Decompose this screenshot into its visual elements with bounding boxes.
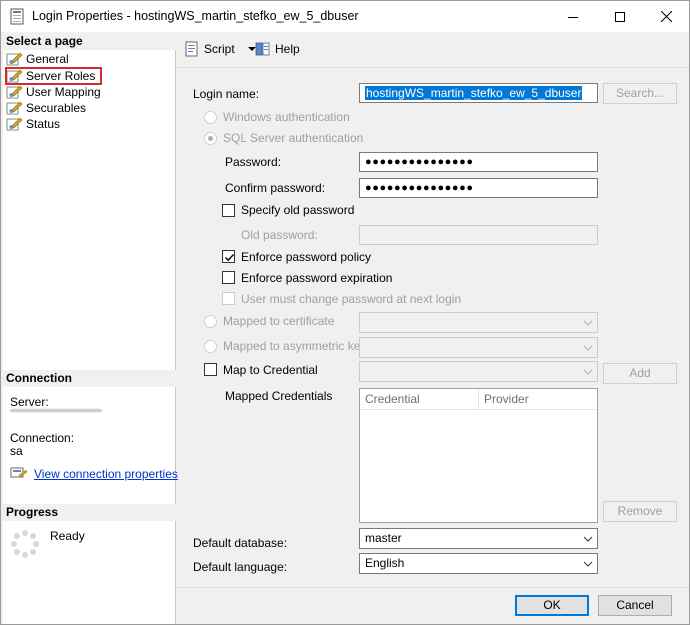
left-pane: Select a page General Server Roles User …	[3, 33, 178, 624]
chevron-down-icon	[583, 561, 593, 567]
password-label: Password:	[225, 155, 282, 169]
mapped-asym-key-radio[interactable]	[204, 340, 217, 353]
wrench-page-icon	[6, 117, 23, 131]
close-icon	[660, 11, 672, 22]
database-icon	[10, 8, 24, 25]
progress-header: Progress	[3, 504, 176, 521]
login-name-value: hostingWS_martin_stefko_ew_5_dbuser	[365, 86, 583, 100]
must-change-label: User must change password at next login	[241, 292, 462, 306]
enforce-expiration-checkbox[interactable]	[222, 271, 235, 284]
mapped-asym-key-label: Mapped to asymmetric key	[223, 339, 367, 353]
title-bar[interactable]: Login Properties - hostingWS_martin_stef…	[1, 1, 689, 32]
grid-header: Credential Provider	[360, 389, 597, 410]
select-page-header: Select a page	[3, 33, 176, 50]
asym-key-combo[interactable]	[359, 337, 598, 358]
credential-combo[interactable]	[359, 361, 598, 382]
minimize-icon	[568, 16, 578, 18]
add-button[interactable]: Add	[603, 363, 677, 384]
view-connection-properties[interactable]: View connection properties	[10, 467, 178, 481]
view-connection-link[interactable]: View connection properties	[34, 467, 178, 481]
page-item-general[interactable]: General	[6, 51, 69, 67]
old-password-input[interactable]	[359, 225, 598, 245]
default-language-combo[interactable]: English	[359, 553, 598, 574]
toolbar: Script Help	[177, 33, 689, 67]
script-icon	[185, 41, 198, 57]
chevron-down-icon	[583, 369, 593, 375]
connection-label: Connection:	[10, 431, 75, 445]
toolbar-divider	[177, 67, 689, 68]
page-item-status[interactable]: Status	[6, 116, 60, 132]
wrench-page-icon	[6, 52, 23, 66]
specify-old-password-checkbox[interactable]	[222, 204, 235, 217]
page-item-label: Securables	[26, 101, 87, 115]
login-name-label: Login name:	[193, 87, 260, 101]
login-properties-dialog: Login Properties - hostingWS_martin_stef…	[0, 0, 690, 625]
help-icon	[255, 42, 270, 56]
default-database-label: Default database:	[193, 536, 288, 550]
column-header-provider[interactable]: Provider	[484, 392, 529, 406]
progress-spinner-icon	[11, 530, 39, 558]
page-item-label: Server Roles	[26, 69, 96, 83]
page-item-label: User Mapping	[26, 85, 101, 99]
connection-properties-icon	[10, 467, 28, 478]
mapped-certificate-radio[interactable]	[204, 315, 217, 328]
checkmark-icon	[225, 254, 235, 262]
window-title: Login Properties - hostingWS_martin_stef…	[32, 9, 359, 23]
mapped-credentials-grid[interactable]: Credential Provider	[359, 388, 598, 523]
maximize-button[interactable]	[597, 1, 643, 32]
specify-old-password-label: Specify old password	[241, 203, 355, 217]
connection-value: sa	[10, 444, 23, 458]
confirm-password-input[interactable]: ●●●●●●●●●●●●●●●	[359, 178, 598, 198]
page-item-server-roles[interactable]: Server Roles	[4, 67, 103, 85]
column-divider	[478, 389, 479, 410]
wrench-page-icon	[6, 101, 23, 115]
remove-button[interactable]: Remove	[603, 501, 677, 522]
script-label: Script	[204, 42, 235, 56]
windows-auth-radio[interactable]	[204, 111, 217, 124]
default-database-combo[interactable]: master	[359, 528, 598, 549]
enforce-policy-label: Enforce password policy	[241, 250, 372, 264]
old-password-label: Old password:	[241, 228, 318, 242]
help-button[interactable]: Help	[255, 41, 300, 57]
search-button[interactable]: Search...	[603, 83, 677, 104]
password-input[interactable]: ●●●●●●●●●●●●●●●	[359, 152, 598, 172]
cancel-button[interactable]: Cancel	[598, 595, 672, 616]
chevron-down-icon	[583, 536, 593, 542]
wrench-page-icon	[6, 69, 23, 83]
sql-auth-label: SQL Server authentication	[223, 131, 364, 145]
close-button[interactable]	[643, 1, 689, 32]
certificate-combo[interactable]	[359, 312, 598, 333]
chevron-down-icon	[583, 345, 593, 351]
maximize-icon	[615, 11, 625, 22]
must-change-checkbox[interactable]	[222, 292, 235, 305]
page-item-label: General	[26, 52, 69, 66]
map-credential-checkbox[interactable]	[204, 363, 217, 376]
chevron-down-icon	[583, 320, 593, 326]
sql-auth-radio[interactable]	[204, 132, 217, 145]
page-item-label: Status	[26, 117, 61, 131]
server-value-blurred	[10, 407, 106, 417]
default-language-label: Default language:	[193, 560, 288, 574]
page-item-user-mapping[interactable]: User Mapping	[6, 84, 101, 100]
login-name-input[interactable]: hostingWS_martin_stefko_ew_5_dbuser	[359, 83, 598, 103]
windows-auth-label: Windows authentication	[223, 110, 350, 124]
map-credential-label: Map to Credential	[223, 363, 318, 377]
column-header-credential[interactable]: Credential	[365, 392, 420, 406]
default-language-value: English	[365, 556, 405, 570]
help-label: Help	[275, 42, 300, 56]
progress-status: Ready	[50, 529, 85, 543]
confirm-password-label: Confirm password:	[225, 181, 326, 195]
connection-header: Connection	[3, 370, 176, 387]
page-item-securables[interactable]: Securables	[6, 100, 86, 116]
mapped-credentials-label: Mapped Credentials	[225, 389, 333, 403]
default-database-value: master	[365, 531, 402, 545]
mapped-certificate-label: Mapped to certificate	[223, 314, 335, 328]
script-button[interactable]: Script	[184, 41, 257, 57]
enforce-expiration-label: Enforce password expiration	[241, 271, 393, 285]
minimize-button[interactable]	[550, 1, 596, 32]
ok-button[interactable]: OK	[515, 595, 589, 616]
enforce-policy-checkbox[interactable]	[222, 250, 235, 263]
wrench-page-icon	[6, 85, 23, 99]
footer-divider	[177, 587, 689, 588]
